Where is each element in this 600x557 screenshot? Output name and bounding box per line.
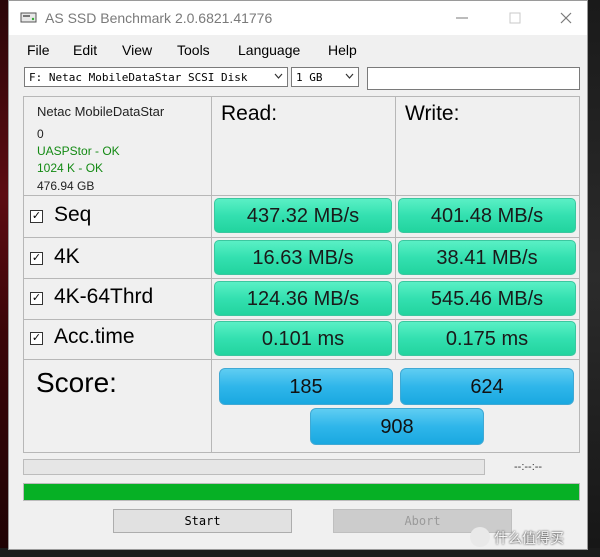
menu-file[interactable]: File: [27, 42, 50, 58]
score-total: 908: [310, 408, 484, 445]
minimize-icon[interactable]: [451, 7, 473, 29]
chevron-down-icon: [274, 73, 283, 79]
grid-row-line: [23, 237, 580, 238]
close-icon[interactable]: [555, 7, 577, 29]
score-label: Score:: [36, 367, 117, 398]
4k64-checkbox[interactable]: ✓: [30, 292, 43, 305]
app-window: AS SSD Benchmark 2.0.6821.41776 File Edi…: [8, 0, 588, 550]
acctime-write-result: 0.175 ms: [398, 321, 576, 356]
overall-progress-bar: [23, 483, 580, 501]
elapsed-time: --:--:--: [514, 461, 543, 473]
4k-read-result: 16.63 MB/s: [214, 240, 392, 275]
maximize-icon[interactable]: [504, 7, 526, 29]
row-label-4k: 4K: [54, 245, 80, 268]
menu-view[interactable]: View: [122, 42, 152, 58]
title-bar[interactable]: AS SSD Benchmark 2.0.6821.41776: [9, 1, 587, 35]
row-label-4k64thrd: 4K-64Thrd: [54, 285, 154, 308]
overall-progress-fill: [24, 484, 579, 500]
row-label-seq: Seq: [54, 203, 92, 226]
score-write: 624: [400, 368, 574, 405]
grid-left: [23, 96, 24, 453]
menu-language[interactable]: Language: [238, 42, 300, 58]
grid-row-line: [23, 359, 580, 360]
4k64-read-result: 124.36 MB/s: [214, 281, 392, 316]
4k-checkbox[interactable]: ✓: [30, 252, 43, 265]
watermark-logo: [470, 527, 490, 547]
4k64-write-result: 545.46 MB/s: [398, 281, 576, 316]
grid-bottom: [23, 452, 580, 453]
driver-status: UASPStor - OK: [37, 144, 120, 158]
test-size-select[interactable]: 1 GB: [291, 67, 359, 87]
grid-row-line: [23, 278, 580, 279]
device-capacity: 476.94 GB: [37, 179, 95, 193]
desktop-background-right: [586, 0, 600, 557]
grid-row-line: [23, 195, 580, 196]
window-title: AS SSD Benchmark 2.0.6821.41776: [45, 10, 273, 26]
menu-edit[interactable]: Edit: [73, 42, 97, 58]
score-read: 185: [219, 368, 393, 405]
read-header: Read:: [221, 102, 278, 125]
menu-help[interactable]: Help: [328, 42, 357, 58]
row-label-acctime: Acc.time: [54, 325, 135, 348]
watermark-text: 什么值得买: [494, 530, 564, 546]
seq-checkbox[interactable]: ✓: [30, 210, 43, 223]
acctime-read-result: 0.101 ms: [214, 321, 392, 356]
seq-write-result: 401.48 MB/s: [398, 198, 576, 233]
acctime-checkbox[interactable]: ✓: [30, 332, 43, 345]
write-header: Write:: [405, 102, 460, 125]
grid-row-line: [23, 319, 580, 320]
device-id: 0: [37, 127, 44, 141]
grid-divider-1: [211, 96, 212, 453]
drive-select-value: F: Netac MobileDataStar SCSI Disk: [29, 71, 248, 84]
test-progress-bar: [23, 459, 485, 475]
grid-top: [23, 96, 580, 97]
test-size-value: 1 GB: [296, 71, 323, 84]
chevron-down-icon: [345, 73, 354, 79]
text-field[interactable]: [367, 67, 580, 90]
app-drive-icon: [20, 12, 37, 23]
grid-right: [579, 96, 580, 453]
seq-read-result: 437.32 MB/s: [214, 198, 392, 233]
start-button[interactable]: Start: [113, 509, 292, 533]
menu-tools[interactable]: Tools: [177, 42, 210, 58]
drive-select[interactable]: F: Netac MobileDataStar SCSI Disk: [24, 67, 288, 87]
watermark: 什么值得买: [470, 526, 588, 548]
alignment-status: 1024 K - OK: [37, 161, 104, 175]
device-name: Netac MobileDataStar: [37, 104, 165, 119]
4k-write-result: 38.41 MB/s: [398, 240, 576, 275]
menu-bar: File Edit View Tools Language Help: [9, 38, 587, 62]
